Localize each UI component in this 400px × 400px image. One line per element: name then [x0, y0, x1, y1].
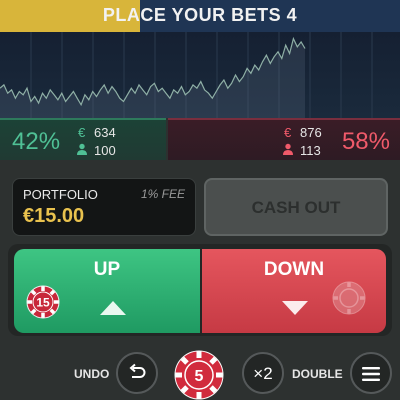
- down-label: DOWN: [263, 259, 325, 280]
- down-amount: 876: [300, 125, 322, 140]
- undo-label: UNDO: [74, 367, 110, 381]
- bet-stats: 42% € 634 100 € 876 113 58%: [0, 118, 400, 160]
- chip-value: 5: [195, 368, 204, 385]
- chip-icon: 15: [26, 285, 60, 319]
- down-percent: 58%: [341, 128, 390, 155]
- down-players: 113: [300, 143, 321, 158]
- up-players: 100: [94, 143, 116, 158]
- bet-up-button[interactable]: UP 15: [14, 249, 200, 333]
- price-area: [0, 38, 305, 118]
- double-label: DOUBLE: [292, 367, 343, 381]
- euro-icon: €: [78, 125, 86, 140]
- person-icon: [282, 143, 294, 158]
- portfolio-label: PORTFOLIO: [23, 187, 98, 202]
- chip-placeholder-icon: [332, 281, 366, 315]
- chip-selector[interactable]: 5: [174, 350, 224, 400]
- up-chip-value: 15: [36, 296, 50, 310]
- arrow-up-icon: [100, 301, 126, 315]
- up-percent: 42%: [12, 128, 61, 155]
- price-chart-svg: [0, 32, 373, 118]
- double-button[interactable]: ×2: [242, 352, 284, 394]
- undo-button[interactable]: [116, 352, 158, 394]
- hamburger-menu-icon: [362, 367, 380, 381]
- round-header: PLACE YOUR BETS 4: [0, 0, 400, 32]
- euro-icon: €: [284, 125, 292, 140]
- price-chart: [0, 32, 400, 141]
- person-icon: [76, 143, 88, 158]
- cash-out-button[interactable]: CASH OUT: [204, 178, 388, 236]
- undo-icon: [129, 363, 146, 378]
- arrow-down-icon: [282, 301, 308, 315]
- bet-down-button[interactable]: DOWN: [202, 249, 386, 333]
- round-title: PLACE YOUR BETS 4: [102, 5, 298, 25]
- up-label: UP: [93, 259, 121, 280]
- menu-button[interactable]: [350, 352, 392, 394]
- down-stats: € 876 113 58%: [168, 118, 400, 160]
- portfolio-panel: PORTFOLIO 1% FEE €15.00: [12, 178, 196, 236]
- up-stats: 42% € 634 100: [0, 118, 166, 160]
- portfolio-value: €15.00: [23, 205, 85, 227]
- up-amount: 634: [94, 125, 116, 140]
- cash-out-label: CASH OUT: [251, 198, 341, 217]
- double-multiplier: ×2: [253, 364, 273, 383]
- fee-label: 1% FEE: [140, 187, 185, 201]
